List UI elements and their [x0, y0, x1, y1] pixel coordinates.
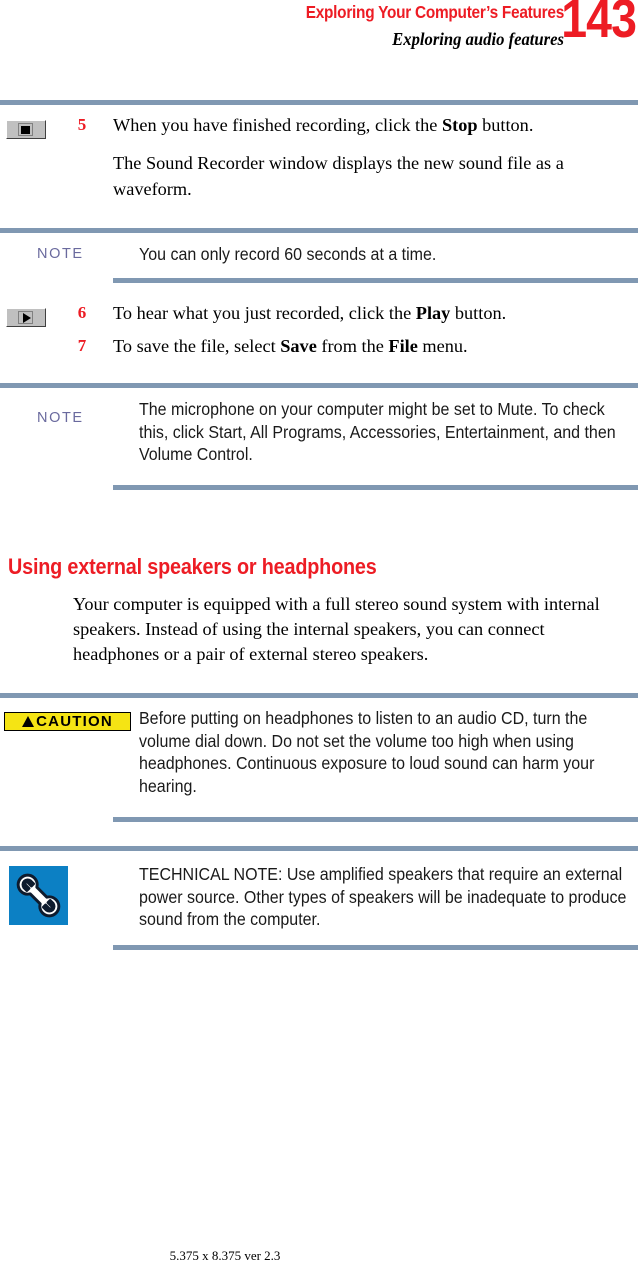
horizontal-rule: [0, 383, 638, 388]
note-label: NOTE: [37, 246, 84, 262]
technical-note-text: TECHNICAL NOTE: Use amplified speakers t…: [139, 864, 627, 929]
bold-term: Save: [280, 336, 317, 356]
horizontal-rule: [0, 100, 638, 105]
step-body: To save the file, select Save from the F…: [113, 333, 638, 359]
horizontal-rule: [0, 228, 638, 233]
step-paragraph: To hear what you just recorded, click th…: [113, 303, 507, 323]
section-title: Exploring audio features: [392, 29, 564, 49]
play-triangle-icon: [22, 312, 31, 323]
section-heading: Using external speakers or headphones: [8, 554, 377, 579]
step-paragraph: To save the file, select Save from the F…: [113, 336, 468, 356]
warning-triangle-icon: [22, 716, 35, 727]
caution-badge: CAUTION: [4, 712, 131, 731]
bold-term: Stop: [441, 115, 478, 135]
step-body: To hear what you just recorded, click th…: [113, 300, 638, 326]
play-button-icon[interactable]: [6, 308, 46, 327]
horizontal-rule: [0, 846, 638, 851]
horizontal-rule: [113, 817, 638, 822]
step-paragraph: The Sound Recorder window displays the n…: [113, 153, 564, 199]
step-number: 5: [77, 115, 87, 134]
stop-glyph-frame: [18, 123, 33, 136]
page-header: Exploring Your Computer’s Features Explo…: [0, 0, 638, 70]
step-number: 6: [77, 303, 87, 322]
step-body: When you have finished recording, click …: [113, 112, 638, 202]
horizontal-rule: [113, 278, 638, 283]
section-body-text: Your computer is equipped with a full st…: [73, 594, 600, 664]
note-text: You can only record 60 seconds at a time…: [139, 244, 437, 264]
horizontal-rule: [113, 945, 638, 950]
wrench-icon: [9, 866, 68, 925]
stop-button-icon[interactable]: [6, 120, 46, 139]
page-footer: 5.375 x 8.375 ver 2.3: [169, 1248, 281, 1263]
note-label: NOTE: [37, 410, 84, 426]
step-paragraph: When you have finished recording, click …: [113, 115, 534, 135]
stop-square-icon: [21, 125, 30, 134]
horizontal-rule: [0, 693, 638, 698]
step-number: 7: [77, 336, 87, 355]
note-text: The microphone on your computer might be…: [139, 399, 616, 464]
horizontal-rule: [113, 485, 638, 490]
header-title-block: Exploring Your Computer’s Features Explo…: [94, 2, 565, 51]
bold-term: File: [388, 336, 418, 356]
caution-text: Before putting on headphones to listen t…: [139, 708, 595, 796]
play-glyph-frame: [18, 311, 33, 324]
chapter-title: Exploring Your Computer’s Features: [305, 2, 565, 22]
bold-term: Play: [415, 303, 451, 323]
caution-label: CAUTION: [36, 712, 113, 730]
page-number: 143: [561, 0, 637, 49]
